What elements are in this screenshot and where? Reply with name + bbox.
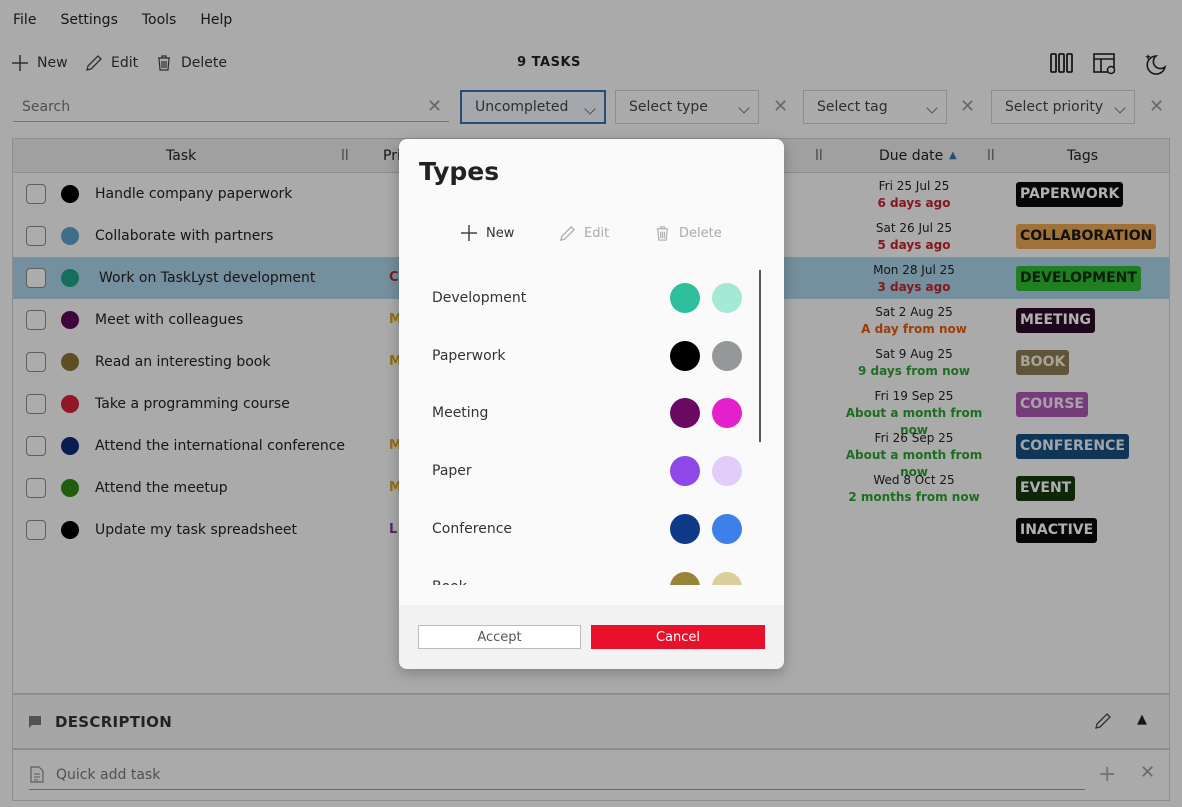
type-secondary-color: [712, 340, 742, 371]
type-name: Conference: [432, 520, 513, 537]
type-name: Paper: [432, 463, 472, 480]
cancel-button[interactable]: Cancel: [591, 625, 765, 649]
delete-type-button[interactable]: Delete: [654, 219, 722, 247]
dialog-title: Types: [419, 157, 500, 186]
plus-icon: [461, 225, 477, 241]
trash-icon: [656, 225, 669, 241]
type-list-item[interactable]: Book: [399, 558, 769, 586]
pencil-icon: [560, 225, 575, 241]
type-name: Meeting: [432, 405, 489, 422]
type-list-item[interactable]: Conference: [399, 500, 769, 558]
type-primary-color: [670, 571, 700, 585]
type-list-item[interactable]: Meeting: [399, 384, 769, 442]
type-primary-color: [670, 513, 700, 544]
new-type-label: New: [486, 225, 515, 241]
type-primary-color: [670, 340, 700, 371]
new-type-button[interactable]: New: [460, 219, 514, 247]
type-secondary-color: [712, 571, 742, 585]
delete-type-label: Delete: [679, 225, 722, 241]
type-list-item[interactable]: Development: [399, 269, 769, 327]
type-name: Paperwork: [432, 347, 506, 364]
types-list-scrollbar[interactable]: [759, 270, 761, 442]
type-secondary-color: [712, 513, 742, 544]
edit-type-button[interactable]: Edit: [559, 219, 609, 247]
accept-button[interactable]: Accept: [418, 625, 581, 649]
types-list: Development Paperwork Meeting Paper Conferen…: [399, 269, 784, 585]
dialog-footer: Accept Cancel: [399, 605, 784, 669]
type-primary-color: [670, 456, 700, 487]
types-dialog: Types New Edit Delete Development Paperwo…: [399, 139, 784, 669]
type-list-item[interactable]: Paperwork: [399, 327, 769, 385]
edit-type-label: Edit: [584, 225, 610, 241]
type-secondary-color: [712, 456, 742, 487]
type-list-item[interactable]: Paper: [399, 442, 769, 500]
type-secondary-color: [712, 283, 742, 313]
type-primary-color: [670, 398, 700, 429]
type-name: Development: [432, 290, 527, 306]
type-secondary-color: [712, 398, 742, 429]
type-primary-color: [670, 283, 700, 313]
type-name: Book: [432, 558, 467, 586]
